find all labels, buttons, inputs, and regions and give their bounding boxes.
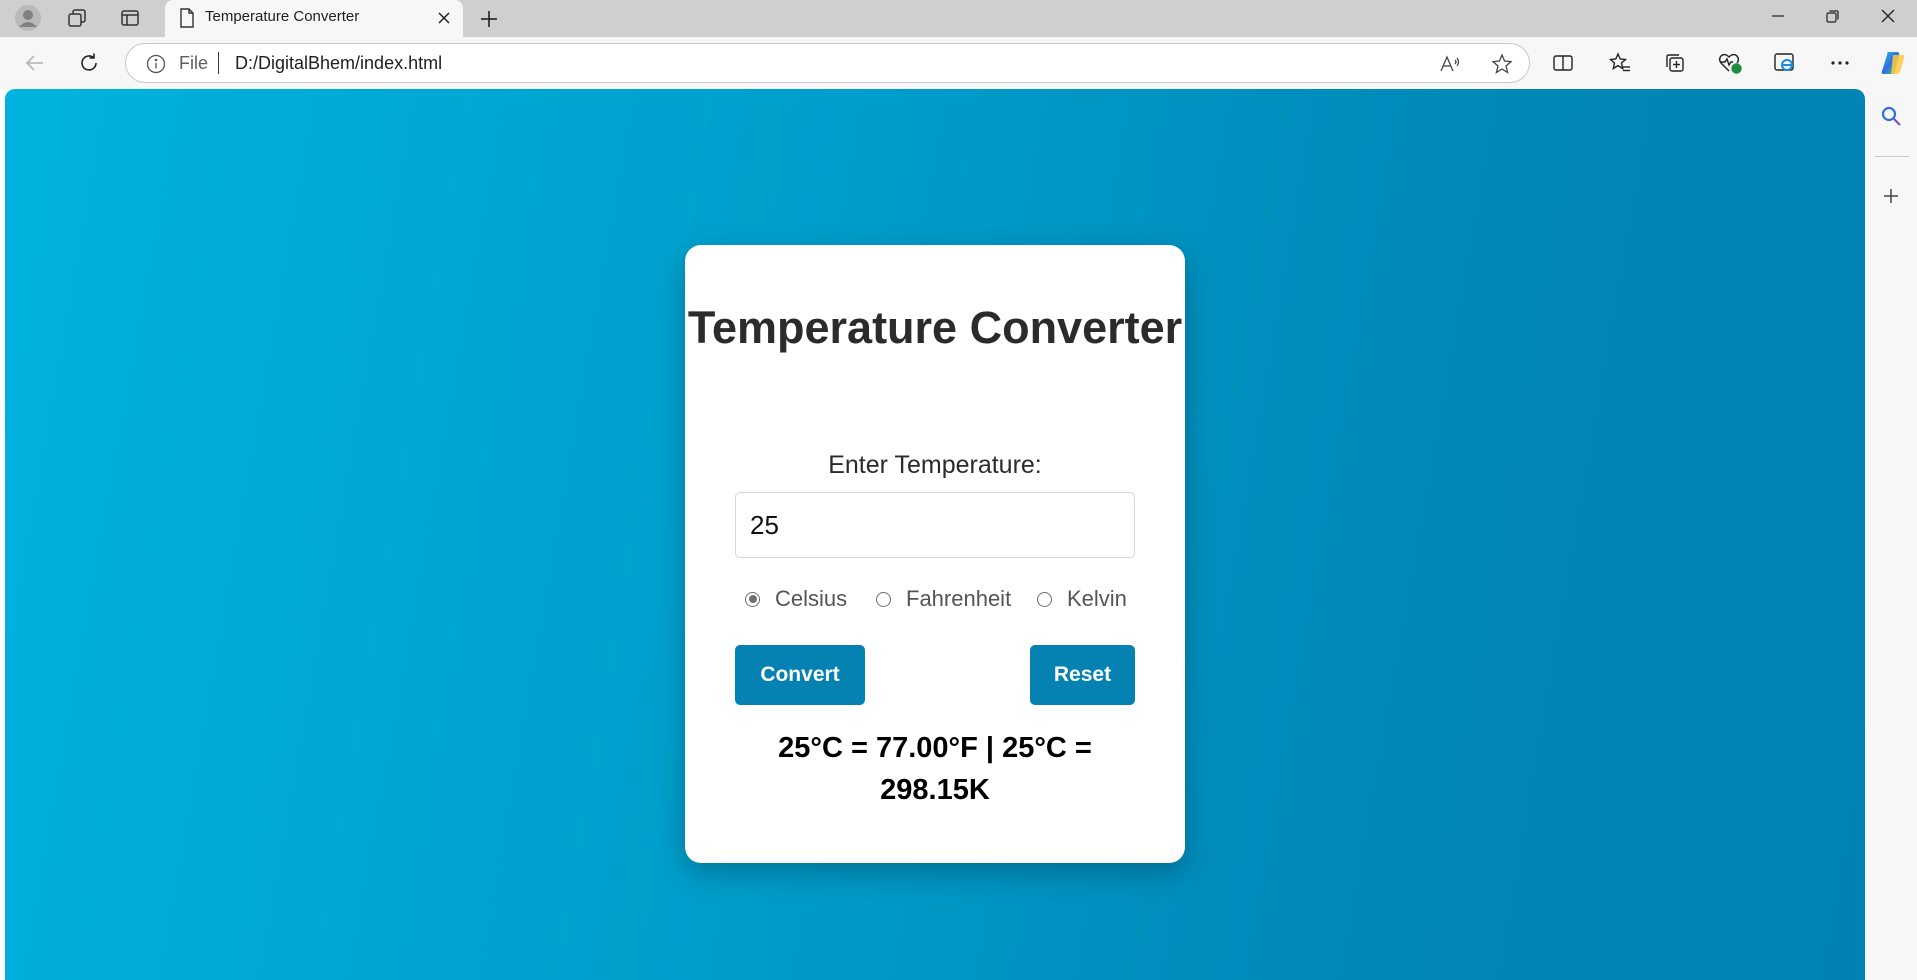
converter-card: Temperature Converter Enter Temperature:…: [685, 245, 1185, 863]
copilot-icon: [1881, 52, 1905, 74]
edge-sidebar: [1865, 89, 1917, 980]
back-arrow-icon: [25, 55, 43, 71]
temperature-input-label: Enter Temperature:: [828, 451, 1042, 479]
minimize-icon: [1771, 15, 1784, 17]
unit-label: Fahrenheit: [906, 586, 1012, 611]
collections-icon: [1666, 54, 1684, 72]
temperature-input[interactable]: [735, 492, 1135, 558]
close-icon: [1881, 9, 1894, 23]
restore-icon: [1826, 9, 1839, 23]
browser-essentials-button[interactable]: [1713, 46, 1747, 80]
ie-mode-icon: [1774, 53, 1794, 71]
heart-pulse-icon: [1718, 53, 1742, 74]
copilot-button[interactable]: [1876, 46, 1910, 80]
celsius-radio[interactable]: [745, 591, 760, 607]
favorites-button[interactable]: [1603, 46, 1637, 80]
vertical-tabs-button[interactable]: [113, 3, 147, 33]
tab-strip: Temperature Converter: [0, 0, 1917, 37]
refresh-button[interactable]: [72, 46, 106, 80]
favorite-star-button[interactable]: [1489, 51, 1515, 77]
page-viewport: Temperature Converter Enter Temperature:…: [5, 89, 1865, 980]
refresh-icon: [81, 53, 97, 71]
search-icon: [1881, 106, 1901, 126]
favorites-icon: [1609, 52, 1630, 72]
unit-label: Kelvin: [1067, 586, 1127, 611]
address-bar[interactable]: File D:/DigitalBhem/index.html: [125, 43, 1530, 83]
scheme-label: File: [179, 53, 209, 73]
restore-button[interactable]: [1805, 0, 1860, 32]
workspaces-icon: [68, 9, 86, 27]
profile-button[interactable]: [11, 3, 45, 33]
sidebar-add-button[interactable]: [1875, 180, 1907, 212]
new-tab-button[interactable]: [474, 4, 504, 34]
split-screen-icon: [1553, 55, 1573, 71]
address-separator: [218, 52, 219, 74]
workspaces-button[interactable]: [60, 3, 94, 33]
unit-option-fahrenheit[interactable]: Fahrenheit: [876, 584, 1011, 614]
conversion-result: 25°C = 77.00°F | 25°C = 298.15K: [778, 732, 1092, 806]
plus-icon: [481, 11, 497, 27]
split-screen-button[interactable]: [1546, 46, 1580, 80]
back-button[interactable]: [18, 46, 52, 80]
close-icon: [438, 12, 450, 24]
tab-title: Temperature Converter: [205, 8, 360, 25]
unit-option-celsius[interactable]: Celsius: [745, 584, 847, 614]
kelvin-radio[interactable]: [1037, 591, 1052, 607]
tab-temperature-converter[interactable]: Temperature Converter: [165, 0, 463, 37]
read-aloud-button[interactable]: [1437, 51, 1463, 77]
info-icon: [146, 54, 166, 74]
page-title: Temperature Converter: [687, 302, 1183, 353]
reset-button[interactable]: Reset: [1030, 645, 1135, 705]
page-icon: [180, 8, 194, 28]
unit-label: Celsius: [775, 586, 848, 611]
close-window-button[interactable]: [1860, 0, 1915, 32]
read-aloud-icon: [1440, 55, 1460, 72]
convert-button[interactable]: Convert: [735, 645, 865, 705]
tab-actions-icon: [121, 10, 139, 26]
browser-toolbar: File D:/DigitalBhem/index.html: [0, 37, 1917, 89]
settings-more-button[interactable]: [1823, 46, 1857, 80]
fahrenheit-radio[interactable]: [876, 591, 891, 607]
sidebar-divider: [1875, 156, 1909, 157]
sidebar-search-button[interactable]: [1875, 100, 1907, 132]
profile-icon: [15, 5, 41, 31]
unit-option-kelvin[interactable]: Kelvin: [1037, 584, 1127, 614]
tab-close-button[interactable]: [433, 7, 455, 29]
internet-explorer-mode-button[interactable]: [1768, 46, 1802, 80]
star-icon: [1491, 53, 1513, 74]
url-text[interactable]: D:/DigitalBhem/index.html: [235, 53, 442, 74]
minimize-button[interactable]: [1750, 0, 1805, 32]
collections-button[interactable]: [1658, 46, 1692, 80]
more-dots-icon: [1831, 61, 1849, 65]
plus-icon: [1884, 189, 1898, 203]
